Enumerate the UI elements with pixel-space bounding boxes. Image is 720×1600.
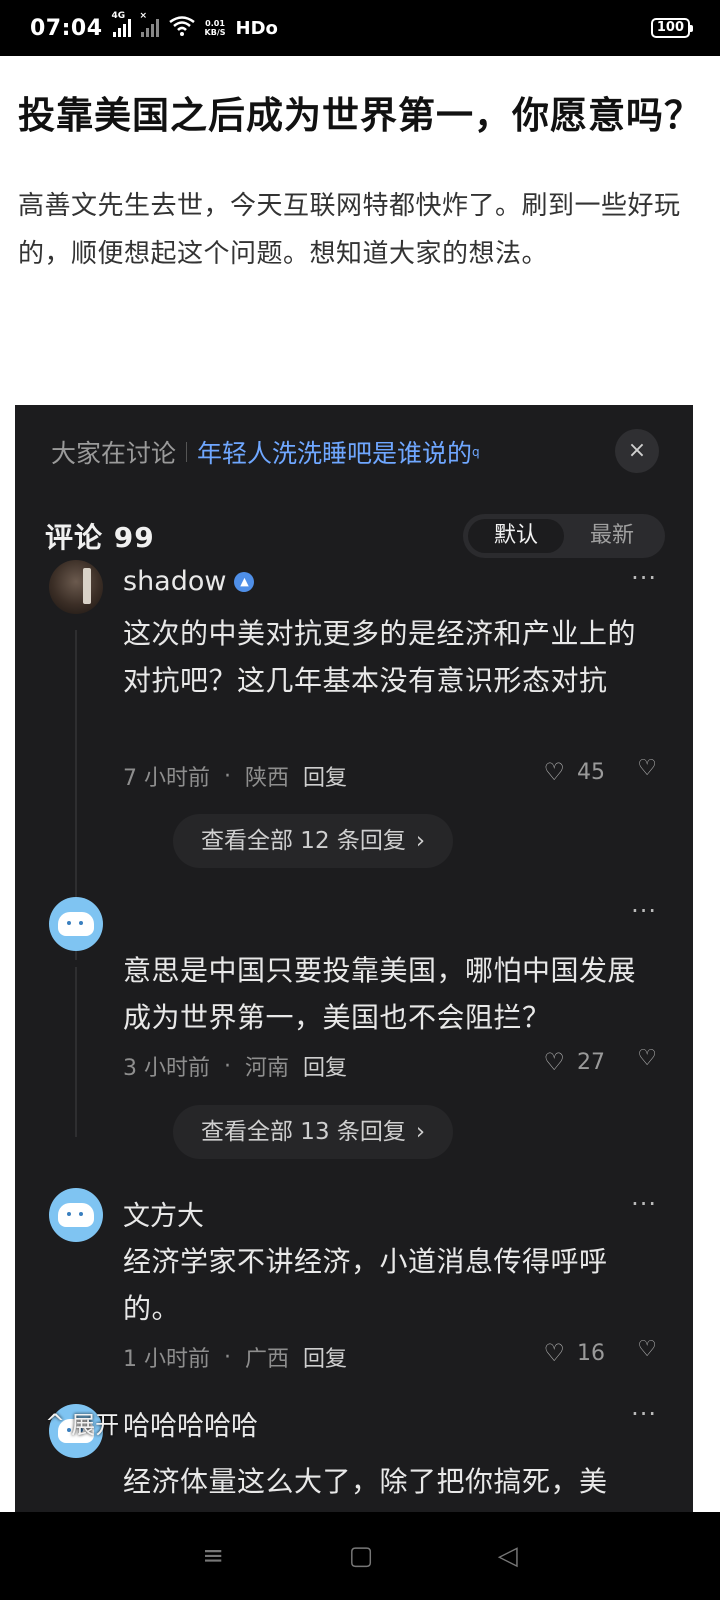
comment-text: 经济体量这么大了，除了把你搞死，美 [123,1465,608,1498]
view-replies-label: 查看全部 13 条回复 [201,1119,406,1145]
separator: · [224,763,231,789]
heart-icon: ♡ [543,758,565,786]
view-replies-button[interactable]: 查看全部 13 条回复 › [173,1105,454,1159]
clock: 07:04 [30,15,103,41]
view-replies-button[interactable]: 查看全部 12 条回复 › [173,814,454,868]
navigation-bar: ≡ ▢ ◁ [0,1512,720,1600]
dislike-icon[interactable]: ♡ [637,756,657,781]
sort-latest-tab[interactable]: 最新 [564,519,660,553]
username[interactable]: 文方大 [123,1194,204,1233]
more-icon[interactable]: ··· [631,1400,657,1428]
status-bar-left: 07:04 4G × 0.01 KB/S HDo [30,11,278,41]
like-button[interactable]: ♡ 27 [543,1048,605,1076]
wifi-icon [168,15,195,41]
divider [186,442,188,462]
avatar[interactable] [49,1188,103,1242]
avatar[interactable] [49,560,103,614]
heart-icon: ♡ [543,1048,565,1076]
comment-count: 评论 99 [45,521,155,554]
comment-author[interactable]: shadow ▲ [123,566,255,597]
status-bar: 07:04 4G × 0.01 KB/S HDo 100 [0,0,720,56]
comment-header: 评论 99 默认 最新 [45,509,665,563]
question-title: 投靠美国之后成为世界第一，你愿意吗？ [18,94,702,137]
comment-text: 经济学家不讲经济，小道消息传得呼呼的。 [123,1245,608,1325]
default-avatar-icon [58,912,94,936]
separator: · [224,1053,231,1079]
comment-text: 意思是中国只要投靠美国，哪怕中国发展成为世界第一，美国也不会阻拦？ [123,954,637,1034]
dislike-icon[interactable]: ♡ [637,1046,657,1071]
no-signal-mark: × [139,11,148,21]
battery-icon: 100 [650,18,694,38]
like-button[interactable]: ♡ 16 [543,1339,605,1367]
username[interactable]: 哈哈哈哈哈 [123,1404,258,1443]
signal-icon: 4G [112,11,131,37]
comment-time: 7 小时前 [123,766,210,791]
expand-label: 展开 [71,1411,120,1439]
question-body: 高善文先生去世，今天互联网特都快炸了。刷到一些好玩的，顺便想起这个问题。想知道大… [18,191,681,269]
avatar[interactable] [49,897,103,951]
net-speed-value: 0.01 [205,19,225,28]
sort-default-tab[interactable]: 默认 [468,519,564,553]
dislike-icon[interactable]: ♡ [637,1337,657,1362]
comment-text: 这次的中美对抗更多的是经济和产业上的对抗吧？这几年基本没有意识形态对抗 [123,617,637,697]
like-count: 16 [577,1340,605,1366]
verified-badge-icon: ▲ [234,571,255,592]
more-icon[interactable]: ··· [631,897,657,925]
chevron-right-icon: › [415,828,426,854]
comment-location: 陕西 [245,766,290,791]
discussion-topic-bar[interactable]: 大家在讨论 年轻人洗洗睡吧是谁说的 q [51,427,657,477]
topic-link[interactable]: 年轻人洗洗睡吧是谁说的 [197,434,472,470]
expand-button[interactable]: ^ 展开 [45,1405,119,1440]
default-avatar-icon [58,1203,94,1227]
close-button[interactable]: × [615,429,659,473]
comment-location: 广西 [245,1347,290,1372]
like-count: 27 [577,1049,605,1075]
net-speed-unit: KB/S [204,28,226,37]
hd-indicator: HDo [235,17,278,39]
reply-button[interactable]: 回复 [303,760,347,792]
reply-button[interactable]: 回复 [303,1341,347,1373]
sort-toggle: 默认 最新 [463,514,665,558]
username: shadow [123,566,227,597]
comment-time: 1 小时前 [123,1347,210,1372]
comment-screenshot: 大家在讨论 年轻人洗洗睡吧是谁说的 q × 评论 99 默认 最新 shadow… [15,405,693,1512]
comment-meta: 1 小时前 · 广西 回复 [123,1341,347,1373]
comment-meta: 3 小时前 · 河南 回复 [123,1050,347,1082]
signal-icon-secondary: × [140,11,159,37]
heart-icon: ♡ [543,1339,565,1367]
like-button[interactable]: ♡ 45 [543,758,605,786]
more-icon[interactable]: ··· [631,1190,657,1218]
chevron-up-icon: ^ [45,1408,66,1437]
topic-label: 大家在讨论 [51,439,177,468]
comment-meta: 7 小时前 · 陕西 回复 [123,760,347,792]
separator: · [224,1344,231,1370]
net-speed: 0.01 KB/S [205,19,226,37]
back-icon[interactable]: ◁ [498,1541,518,1571]
reply-button[interactable]: 回复 [303,1050,347,1082]
article: 投靠美国之后成为世界第一，你愿意吗？ 高善文先生去世，今天互联网特都快炸了。刷到… [18,88,702,278]
view-replies-label: 查看全部 12 条回复 [201,828,406,854]
comment-time: 3 小时前 [123,1056,210,1081]
search-mark: q [472,445,480,459]
chevron-right-icon: › [415,1119,426,1145]
comment-location: 河南 [245,1056,290,1081]
more-icon[interactable]: ··· [631,564,657,592]
like-count: 45 [577,759,605,785]
network-type-label: 4G [111,11,126,21]
thread-line [75,967,77,1137]
menu-icon[interactable]: ≡ [202,1541,224,1571]
home-icon[interactable]: ▢ [349,1541,374,1571]
